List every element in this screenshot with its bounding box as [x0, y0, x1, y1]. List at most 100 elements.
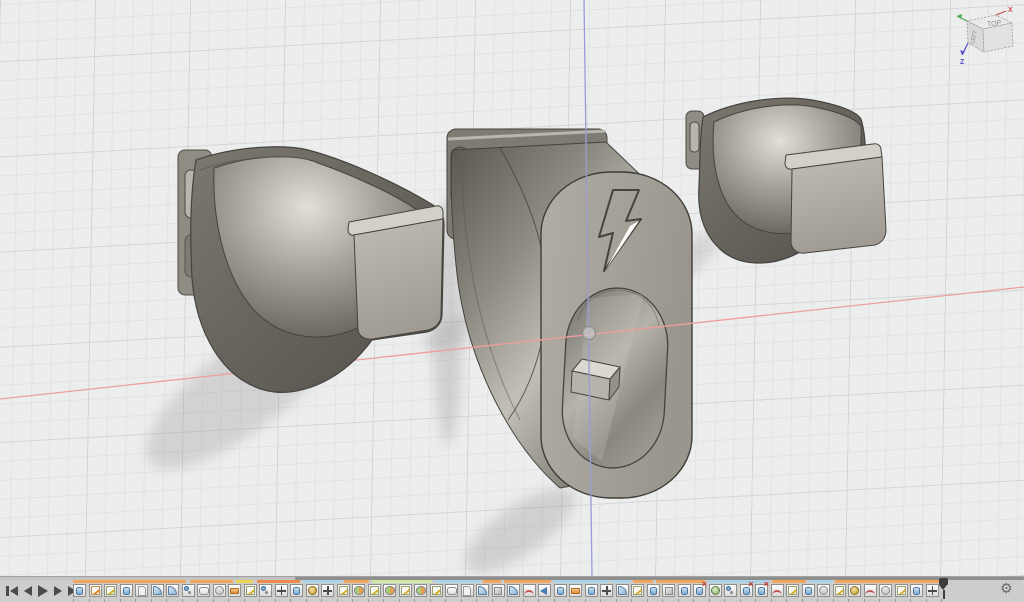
timeline-feature-move[interactable]: [321, 584, 334, 597]
timeline-feature-sketch[interactable]: [833, 584, 846, 597]
timeline-settings-gear-icon[interactable]: ⚙: [1000, 581, 1013, 597]
timeline-feature-page[interactable]: [461, 584, 474, 597]
timeline-feature-extrude[interactable]: [678, 584, 691, 597]
disc-icon: [881, 586, 890, 595]
timeline-feature-cube[interactable]: [662, 584, 675, 597]
arrow-icon: [540, 587, 547, 595]
pull-icon: [230, 588, 239, 594]
timeline-feature-coin[interactable]: [848, 584, 861, 597]
timeline-feature-hole[interactable]: [755, 584, 768, 597]
timeline-group-strip: [236, 580, 253, 583]
model-center-hook[interactable]: [447, 129, 692, 498]
sketch-icon: [432, 586, 441, 595]
playback-controls: [6, 584, 79, 597]
timeline-group-strip: [372, 580, 432, 583]
timeline-feature-fillet[interactable]: [166, 584, 179, 597]
sketch-icon: [339, 586, 348, 595]
timeline-feature-extrude[interactable]: [290, 584, 303, 597]
timeline-feature-sketch[interactable]: [244, 584, 257, 597]
extrude-icon: [588, 587, 595, 595]
model-left-hook[interactable]: [178, 147, 444, 393]
go-to-beginning-button[interactable]: [6, 584, 18, 597]
timeline-feature-cube[interactable]: [492, 584, 505, 597]
timeline-feature-fillet[interactable]: [151, 584, 164, 597]
timeline-feature-extrude[interactable]: [910, 584, 923, 597]
timeline-feature-coin[interactable]: [306, 584, 319, 597]
timeline-feature-sketch[interactable]: [399, 584, 412, 597]
timeline-feature-sphere[interactable]: [709, 584, 722, 597]
playhead-flag-icon: [939, 578, 948, 585]
timeline-feature-shell[interactable]: [197, 584, 210, 597]
timeline-feature-project[interactable]: [89, 584, 102, 597]
timeline-feature-pin[interactable]: [259, 584, 272, 597]
pin-icon: [726, 586, 731, 591]
timeline-feature-extrude[interactable]: [647, 584, 660, 597]
timeline-feature-curve[interactable]: [523, 584, 536, 597]
timeline-feature-sketch[interactable]: [631, 584, 644, 597]
timeline-feature-extrude[interactable]: [585, 584, 598, 597]
timeline-feature-sketch[interactable]: [895, 584, 908, 597]
shell-icon: [199, 587, 209, 595]
timeline-feature-curve[interactable]: [864, 584, 877, 597]
fillet-icon: [509, 586, 518, 595]
timeline-feature-sketch[interactable]: [368, 584, 381, 597]
play-button[interactable]: [38, 584, 48, 597]
timeline-feature-move[interactable]: [600, 584, 613, 597]
mirror-icon: [385, 586, 395, 595]
timeline-feature-curve[interactable]: [771, 584, 784, 597]
timeline-feature-pin[interactable]: [724, 584, 737, 597]
timeline-feature-mirror[interactable]: [352, 584, 365, 597]
sketch-icon: [835, 586, 844, 595]
timeline-feature-disc[interactable]: [879, 584, 892, 597]
timeline-feature-fillet[interactable]: [616, 584, 629, 597]
fusion-window: TOP LEFT X Z ⚙: [0, 0, 1024, 602]
timeline-feature-pull[interactable]: [228, 584, 241, 597]
timeline-feature-extrude[interactable]: [554, 584, 567, 597]
timeline-group-strip: [772, 580, 806, 583]
fillet-icon: [478, 586, 487, 595]
timeline-feature-hole[interactable]: [740, 584, 753, 597]
timeline-feature-fillet[interactable]: [507, 584, 520, 597]
timeline-feature-mirror[interactable]: [383, 584, 396, 597]
timeline-feature-extrude[interactable]: [802, 584, 815, 597]
timeline-feature-disc[interactable]: [817, 584, 830, 597]
extrude-icon: [913, 587, 920, 595]
lip-front-face: [354, 219, 443, 339]
origin-point[interactable]: [583, 327, 596, 340]
timeline-feature-move[interactable]: [926, 584, 939, 597]
timeline-feature-mirror[interactable]: [414, 584, 427, 597]
timeline-feature-move[interactable]: [275, 584, 288, 597]
curve-icon: [524, 590, 534, 596]
timeline-feature-disc[interactable]: [213, 584, 226, 597]
viewport-canvas[interactable]: TOP LEFT X Z: [0, 0, 1024, 576]
timeline-feature-sketch[interactable]: [104, 584, 117, 597]
timeline-feature-shell[interactable]: [445, 584, 458, 597]
timeline-feature-sketch[interactable]: [337, 584, 350, 597]
timeline-feature-hole[interactable]: [693, 584, 706, 597]
model-right-hook[interactable]: [686, 98, 886, 263]
step-forward-button[interactable]: [54, 584, 62, 597]
timeline-feature-sketch[interactable]: [786, 584, 799, 597]
shell-icon: [447, 587, 457, 595]
move-icon: [323, 586, 332, 595]
step-back-button[interactable]: [24, 584, 32, 597]
timeline-feature-arrow[interactable]: [538, 584, 551, 597]
timeline-feature-pull[interactable]: [569, 584, 582, 597]
fillet-icon: [618, 586, 627, 595]
timeline-group-strip: [257, 580, 300, 583]
pin-icon: [184, 586, 189, 591]
timeline-feature-fillet[interactable]: [476, 584, 489, 597]
sketch-icon: [246, 586, 255, 595]
move-icon: [277, 586, 286, 595]
timeline-playhead[interactable]: [939, 578, 949, 599]
timeline-feature-page[interactable]: [135, 584, 148, 597]
timeline-feature-extrude[interactable]: [73, 584, 86, 597]
timeline-feature-extrude[interactable]: [120, 584, 133, 597]
cube-icon: [494, 587, 502, 595]
x-axis-arrow: [996, 11, 1006, 15]
timeline-feature-pin[interactable]: [182, 584, 195, 597]
sketch-icon: [370, 586, 379, 595]
mirror-icon: [416, 586, 426, 595]
viewcube[interactable]: TOP LEFT X Z: [950, 2, 1020, 66]
timeline-feature-sketch[interactable]: [430, 584, 443, 597]
